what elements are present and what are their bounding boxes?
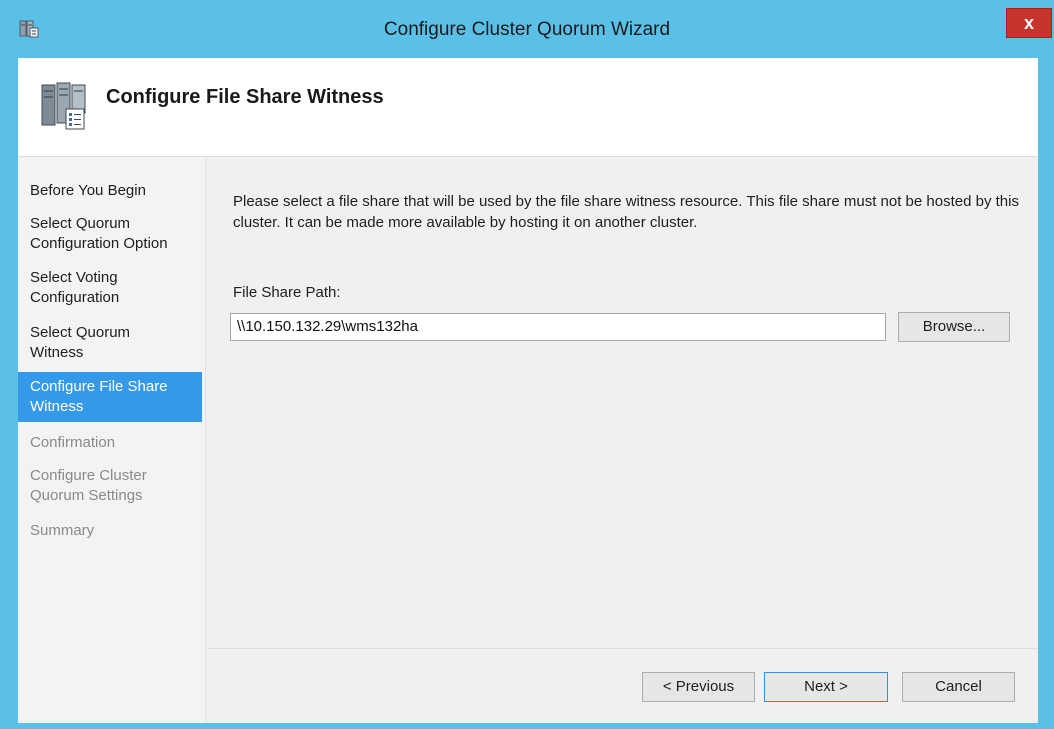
wizard-content: Please select a file share that will be … bbox=[207, 157, 1038, 648]
cluster-servers-icon bbox=[41, 82, 86, 130]
nav-step-select-voting-configuration[interactable]: Select Voting Configuration bbox=[18, 268, 178, 308]
title-bar[interactable]: Configure Cluster Quorum Wizard x bbox=[0, 0, 1054, 58]
cancel-button[interactable]: Cancel bbox=[902, 672, 1015, 702]
instruction-text: Please select a file share that will be … bbox=[233, 193, 1019, 231]
browse-button[interactable]: Browse... bbox=[898, 312, 1010, 342]
nav-step-summary: Summary bbox=[30, 522, 95, 539]
wizard-window: Configure Cluster Quorum Wizard x Config… bbox=[0, 0, 1054, 729]
nav-step-select-quorum-configuration-option[interactable]: Select Quorum Configuration Option bbox=[18, 214, 188, 254]
nav-step-before-you-begin[interactable]: Before You Begin bbox=[18, 181, 188, 201]
nav-step-select-quorum-witness[interactable]: Select Quorum Witness bbox=[18, 323, 158, 363]
previous-button[interactable]: < Previous bbox=[642, 672, 755, 702]
close-button[interactable]: x bbox=[1006, 8, 1052, 38]
nav-step-configure-file-share-witness[interactable]: Configure File Share Witness bbox=[18, 372, 202, 422]
file-share-path-input[interactable]: \\10.150.132.29\wms132ha bbox=[230, 313, 886, 341]
window-title: Configure Cluster Quorum Wizard bbox=[383, 19, 671, 40]
page-heading: Configure File Share Witness bbox=[106, 86, 384, 108]
wizard-header: Configure File Share Witness bbox=[18, 58, 1038, 157]
wizard-client-area: Configure File Share Witness Before You … bbox=[18, 58, 1038, 723]
wizard-steps-nav: Before You Begin Select Quorum Configura… bbox=[18, 157, 206, 723]
file-share-path-label: File Share Path: bbox=[233, 284, 341, 301]
nav-step-configure-cluster-quorum-settings: Configure Cluster Quorum Settings bbox=[30, 467, 147, 504]
nav-step-confirmation: Confirmation bbox=[30, 434, 116, 451]
wizard-footer: < Previous Next > Cancel bbox=[207, 648, 1038, 723]
next-button[interactable]: Next > bbox=[764, 672, 888, 702]
